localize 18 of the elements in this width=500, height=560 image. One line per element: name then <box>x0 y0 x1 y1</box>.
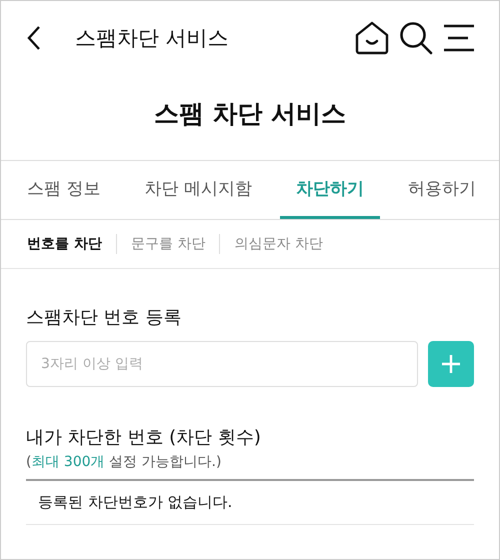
subtab[interactable]: 번호를 차단 <box>27 235 102 253</box>
empty-message: 등록된 차단번호가 없습니다. <box>38 493 234 512</box>
tab[interactable]: 차단 메시지함 <box>128 161 268 219</box>
number-input-field[interactable]: 3자리 이상 입력 <box>26 341 418 387</box>
section-title: 스팸차단 번호 등록 <box>26 306 182 329</box>
page-title: 스팸 차단 서비스 <box>152 98 348 130</box>
subtab[interactable]: 의심문자 차단 <box>234 235 323 253</box>
tab[interactable]: 허용하기 <box>392 161 492 219</box>
limit-note: (최대 300개 설정 가능합니다.) <box>26 453 222 471</box>
tab[interactable]: 스팸 정보 <box>11 161 116 219</box>
back-icon[interactable] <box>27 25 41 51</box>
search-icon[interactable] <box>399 21 433 55</box>
home-icon[interactable] <box>355 21 389 55</box>
header-title: 스팸차단 서비스 <box>75 25 229 52</box>
subtab[interactable]: 문구를 차단 <box>130 235 206 253</box>
section-title: 내가 차단한 번호 (차단 횟수) <box>26 426 262 449</box>
menu-icon[interactable] <box>443 23 475 53</box>
plus-icon <box>442 355 460 373</box>
